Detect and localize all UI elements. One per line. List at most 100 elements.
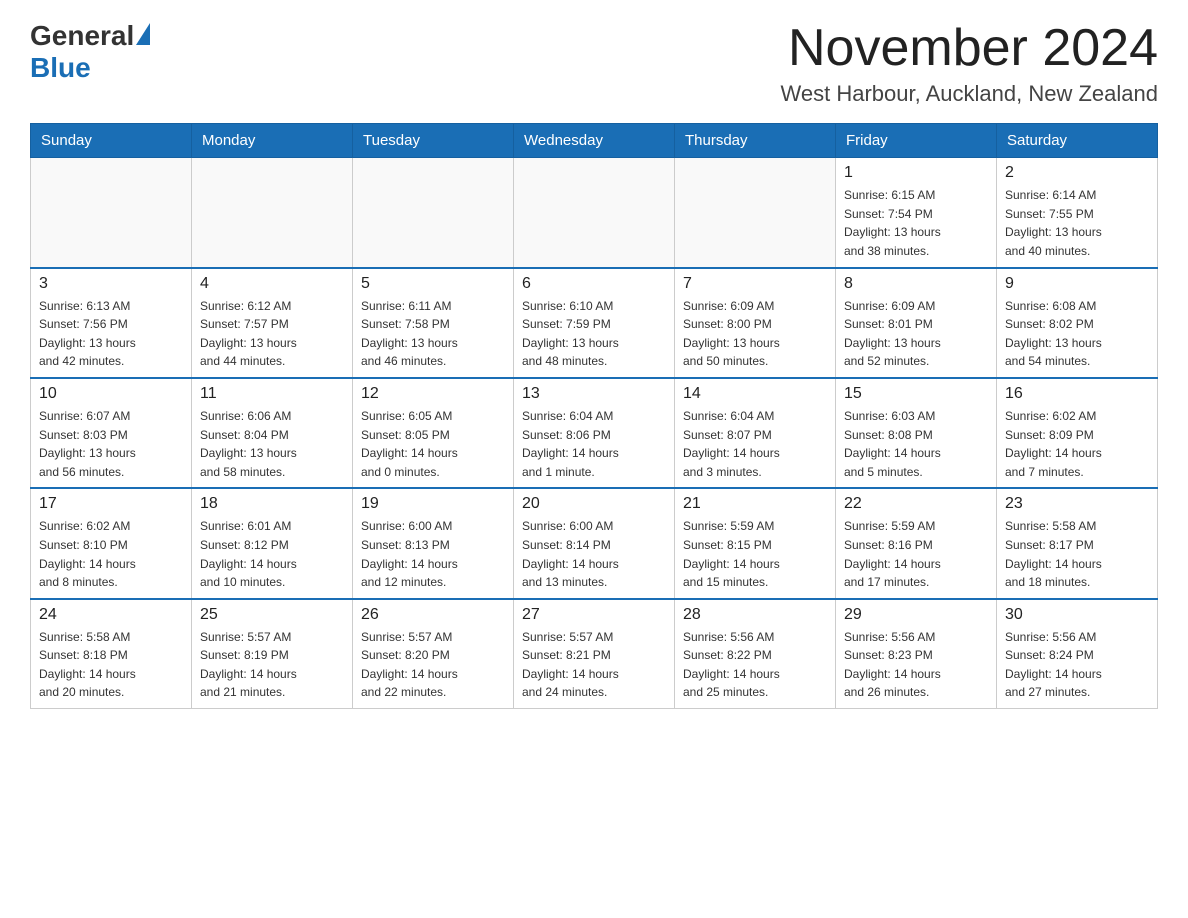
calendar-cell: 10Sunrise: 6:07 AM Sunset: 8:03 PM Dayli… (31, 378, 192, 488)
day-info: Sunrise: 6:03 AM Sunset: 8:08 PM Dayligh… (844, 407, 988, 481)
day-number: 2 (1005, 164, 1149, 182)
calendar-cell: 7 Sunrise: 6:09 AM Sunset: 8:00 PM Daylig… (675, 268, 836, 378)
col-header-wednesday: Wednesday (514, 124, 675, 158)
day-info: Sunrise: 6:02 AM Sunset: 8:09 PM Dayligh… (1005, 407, 1149, 481)
week-row-4: 17 Sunrise: 6:02 AM Sunset: 8:10 PM Dayli… (31, 488, 1158, 598)
calendar-cell: 5 Sunrise: 6:11 AM Sunset: 7:58 PM Daylig… (353, 268, 514, 378)
day-number: 21 (683, 495, 827, 513)
col-header-thursday: Thursday (675, 124, 836, 158)
logo-general-text: General (30, 20, 134, 52)
calendar-cell (675, 158, 836, 268)
calendar-cell: 1 Sunrise: 6:15 AM Sunset: 7:54 PM Daylig… (836, 158, 997, 268)
calendar-cell: 9 Sunrise: 6:08 AM Sunset: 8:02 PM Daylig… (997, 268, 1158, 378)
day-number: 23 (1005, 495, 1149, 513)
day-info: Sunrise: 6:01 AM Sunset: 8:12 PM Dayligh… (200, 517, 344, 591)
day-number: 7 (683, 275, 827, 293)
day-number: 29 (844, 606, 988, 624)
calendar-header-row: SundayMondayTuesdayWednesdayThursdayFrid… (31, 124, 1158, 158)
day-number: 8 (844, 275, 988, 293)
day-info: Sunrise: 5:59 AM Sunset: 8:15 PM Dayligh… (683, 517, 827, 591)
calendar-cell: 15 Sunrise: 6:03 AM Sunset: 8:08 PM Dayli… (836, 378, 997, 488)
day-info: Sunrise: 6:08 AM Sunset: 8:02 PM Dayligh… (1005, 297, 1149, 371)
calendar-cell: 25 Sunrise: 5:57 AM Sunset: 8:19 PM Dayli… (192, 599, 353, 709)
calendar-cell: 14 Sunrise: 6:04 AM Sunset: 8:07 PM Dayli… (675, 378, 836, 488)
calendar-cell: 11Sunrise: 6:06 AM Sunset: 8:04 PM Dayli… (192, 378, 353, 488)
day-info: Sunrise: 6:00 AM Sunset: 8:14 PM Dayligh… (522, 517, 666, 591)
day-info: Sunrise: 6:04 AM Sunset: 8:07 PM Dayligh… (683, 407, 827, 481)
logo: General Blue (30, 20, 150, 84)
logo-blue-text: Blue (30, 52, 91, 84)
calendar-cell (192, 158, 353, 268)
day-info: Sunrise: 5:56 AM Sunset: 8:22 PM Dayligh… (683, 628, 827, 702)
day-number: 9 (1005, 275, 1149, 293)
calendar-cell: 3Sunrise: 6:13 AM Sunset: 7:56 PM Daylig… (31, 268, 192, 378)
day-info: Sunrise: 6:09 AM Sunset: 8:00 PM Dayligh… (683, 297, 827, 371)
calendar-cell: 13 Sunrise: 6:04 AM Sunset: 8:06 PM Dayli… (514, 378, 675, 488)
calendar-cell: 27 Sunrise: 5:57 AM Sunset: 8:21 PM Dayli… (514, 599, 675, 709)
day-number: 14 (683, 385, 827, 403)
day-info: Sunrise: 5:57 AM Sunset: 8:19 PM Dayligh… (200, 628, 344, 702)
calendar-cell: 26 Sunrise: 5:57 AM Sunset: 8:20 PM Dayli… (353, 599, 514, 709)
day-number: 6 (522, 275, 666, 293)
day-info: Sunrise: 6:00 AM Sunset: 8:13 PM Dayligh… (361, 517, 505, 591)
calendar-cell: 28Sunrise: 5:56 AM Sunset: 8:22 PM Dayli… (675, 599, 836, 709)
day-info: Sunrise: 6:07 AM Sunset: 8:03 PM Dayligh… (39, 407, 183, 481)
day-number: 22 (844, 495, 988, 513)
day-number: 16 (1005, 385, 1149, 403)
day-number: 17 (39, 495, 183, 513)
day-info: Sunrise: 5:57 AM Sunset: 8:20 PM Dayligh… (361, 628, 505, 702)
calendar-cell: 20 Sunrise: 6:00 AM Sunset: 8:14 PM Dayli… (514, 488, 675, 598)
calendar-cell: 19Sunrise: 6:00 AM Sunset: 8:13 PM Dayli… (353, 488, 514, 598)
day-info: Sunrise: 6:11 AM Sunset: 7:58 PM Dayligh… (361, 297, 505, 371)
calendar-cell: 4Sunrise: 6:12 AM Sunset: 7:57 PM Daylig… (192, 268, 353, 378)
calendar-cell: 23 Sunrise: 5:58 AM Sunset: 8:17 PM Dayli… (997, 488, 1158, 598)
day-number: 1 (844, 164, 988, 182)
day-info: Sunrise: 6:02 AM Sunset: 8:10 PM Dayligh… (39, 517, 183, 591)
col-header-tuesday: Tuesday (353, 124, 514, 158)
week-row-1: 1 Sunrise: 6:15 AM Sunset: 7:54 PM Daylig… (31, 158, 1158, 268)
day-info: Sunrise: 5:59 AM Sunset: 8:16 PM Dayligh… (844, 517, 988, 591)
calendar-cell: 29Sunrise: 5:56 AM Sunset: 8:23 PM Dayli… (836, 599, 997, 709)
calendar-cell: 17 Sunrise: 6:02 AM Sunset: 8:10 PM Dayli… (31, 488, 192, 598)
day-number: 20 (522, 495, 666, 513)
day-info: Sunrise: 6:12 AM Sunset: 7:57 PM Dayligh… (200, 297, 344, 371)
day-number: 26 (361, 606, 505, 624)
day-info: Sunrise: 5:57 AM Sunset: 8:21 PM Dayligh… (522, 628, 666, 702)
day-info: Sunrise: 6:15 AM Sunset: 7:54 PM Dayligh… (844, 186, 988, 260)
calendar-cell (31, 158, 192, 268)
calendar-cell (353, 158, 514, 268)
day-number: 25 (200, 606, 344, 624)
day-number: 15 (844, 385, 988, 403)
day-number: 24 (39, 606, 183, 624)
calendar-cell: 6 Sunrise: 6:10 AM Sunset: 7:59 PM Daylig… (514, 268, 675, 378)
title-block: November 2024 West Harbour, Auckland, Ne… (781, 20, 1158, 107)
day-info: Sunrise: 6:04 AM Sunset: 8:06 PM Dayligh… (522, 407, 666, 481)
day-number: 5 (361, 275, 505, 293)
day-number: 30 (1005, 606, 1149, 624)
day-info: Sunrise: 6:05 AM Sunset: 8:05 PM Dayligh… (361, 407, 505, 481)
col-header-sunday: Sunday (31, 124, 192, 158)
day-number: 11 (200, 385, 344, 403)
calendar-cell: 21 Sunrise: 5:59 AM Sunset: 8:15 PM Dayli… (675, 488, 836, 598)
week-row-5: 24Sunrise: 5:58 AM Sunset: 8:18 PM Dayli… (31, 599, 1158, 709)
day-number: 27 (522, 606, 666, 624)
col-header-saturday: Saturday (997, 124, 1158, 158)
calendar-title: November 2024 (781, 20, 1158, 77)
day-number: 13 (522, 385, 666, 403)
calendar-cell (514, 158, 675, 268)
page-header: General Blue November 2024 West Harbour,… (30, 20, 1158, 107)
calendar-cell: 8Sunrise: 6:09 AM Sunset: 8:01 PM Daylig… (836, 268, 997, 378)
calendar-cell: 2 Sunrise: 6:14 AM Sunset: 7:55 PM Daylig… (997, 158, 1158, 268)
calendar-cell: 12Sunrise: 6:05 AM Sunset: 8:05 PM Dayli… (353, 378, 514, 488)
day-info: Sunrise: 6:14 AM Sunset: 7:55 PM Dayligh… (1005, 186, 1149, 260)
calendar-table: SundayMondayTuesdayWednesdayThursdayFrid… (30, 123, 1158, 709)
week-row-3: 10Sunrise: 6:07 AM Sunset: 8:03 PM Dayli… (31, 378, 1158, 488)
calendar-cell: 24Sunrise: 5:58 AM Sunset: 8:18 PM Dayli… (31, 599, 192, 709)
calendar-subtitle: West Harbour, Auckland, New Zealand (781, 81, 1158, 107)
day-number: 18 (200, 495, 344, 513)
week-row-2: 3Sunrise: 6:13 AM Sunset: 7:56 PM Daylig… (31, 268, 1158, 378)
col-header-monday: Monday (192, 124, 353, 158)
logo-triangle-icon (136, 23, 150, 45)
day-info: Sunrise: 6:10 AM Sunset: 7:59 PM Dayligh… (522, 297, 666, 371)
day-info: Sunrise: 5:58 AM Sunset: 8:17 PM Dayligh… (1005, 517, 1149, 591)
